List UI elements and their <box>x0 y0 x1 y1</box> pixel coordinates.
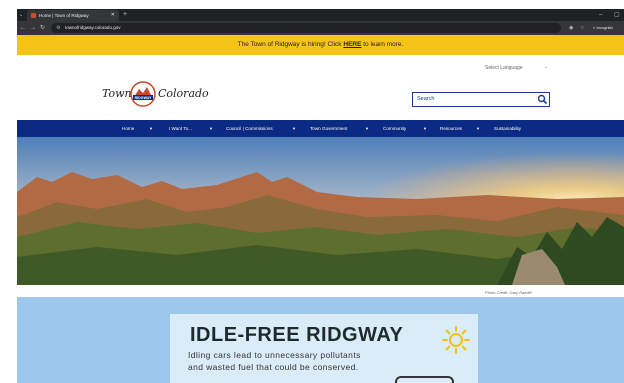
logo-text-right[interactable]: Colorado <box>158 87 209 100</box>
site-info-icon[interactable]: ⚙ <box>56 23 60 33</box>
main-navigation: Home ▼ I Want To... ▼ Council | Commissi… <box>17 120 624 137</box>
photo-credit: Photo Credit: Gary Ratcliff <box>485 290 532 295</box>
browser-tab[interactable]: Home | Town of Ridgway ✕ <box>27 10 119 21</box>
search-input[interactable]: Search <box>412 92 550 107</box>
minimize-icon[interactable]: – <box>599 9 602 21</box>
browser-window: ⌄ Home | Town of Ridgway ✕ + – ▢ ← → ↻ ⚙… <box>17 9 624 383</box>
nav-item-i-want-to[interactable]: I Want To... <box>169 120 192 137</box>
incognito-label: Incognito <box>596 25 613 30</box>
language-select[interactable]: Select Language <box>485 65 523 71</box>
car-icon <box>395 376 454 383</box>
logo-badge-text: RIDGWAY <box>135 96 152 100</box>
chevron-down-icon[interactable]: ▼ <box>292 120 296 137</box>
chevron-down-icon[interactable]: ⌄ <box>544 64 548 70</box>
alert-here-link[interactable]: HERE <box>343 41 361 48</box>
site-header: Select Language ⌄ Town of RIDGWAY Colora… <box>17 55 624 120</box>
nav-item-home[interactable]: Home <box>122 120 134 137</box>
hero-landscape-image <box>17 137 624 285</box>
address-bar: ← → ↻ ⚙ townofridgway.colorado.gov ◉ ☆ ◐… <box>17 21 624 35</box>
hiring-alert-banner: The Town of Ridgway is hiring! Click HER… <box>17 35 624 55</box>
url-text: townofridgway.colorado.gov <box>65 25 121 30</box>
chevron-down-icon[interactable]: ▼ <box>476 120 480 137</box>
url-field[interactable]: ⚙ townofridgway.colorado.gov <box>51 23 561 33</box>
chevron-down-icon[interactable]: ▼ <box>209 120 213 137</box>
promo-line-1: Idling cars lead to unnecessary pollutan… <box>188 350 361 360</box>
reload-icon[interactable]: ↻ <box>40 21 45 35</box>
tab-search-icon[interactable]: ⌄ <box>19 9 23 21</box>
search-icon[interactable] <box>537 94 548 105</box>
town-logo-badge[interactable]: RIDGWAY <box>130 81 156 107</box>
promo-headline: IDLE-FREE RIDGWAY <box>190 324 404 346</box>
search-placeholder: Search <box>417 96 435 102</box>
tab-title: Home | Town of Ridgway <box>39 13 89 18</box>
nav-item-town-government[interactable]: Town Government <box>310 120 347 137</box>
favicon-icon <box>31 13 36 18</box>
alert-text-after: to learn more. <box>361 41 404 48</box>
tab-strip: ⌄ Home | Town of Ridgway ✕ + – ▢ <box>17 9 624 21</box>
sun-icon <box>442 326 470 354</box>
bookmark-star-icon[interactable]: ☆ <box>580 21 584 35</box>
alert-text-before: The Town of Ridgway is hiring! Click <box>237 41 344 48</box>
chevron-down-icon[interactable]: ▼ <box>149 120 153 137</box>
chevron-down-icon[interactable]: ▼ <box>423 120 427 137</box>
nav-item-sustainability[interactable]: Sustainability <box>494 120 521 137</box>
incognito-icon: ◐ <box>593 25 596 30</box>
maximize-icon[interactable]: ▢ <box>614 9 620 21</box>
nav-item-resources[interactable]: Resources <box>440 120 462 137</box>
new-tab-icon[interactable]: + <box>123 9 127 21</box>
nav-item-council[interactable]: Council | Commissions <box>226 120 273 137</box>
promo-line-2: and wasted fuel that could be conserved. <box>188 362 359 372</box>
idle-free-promo[interactable]: IDLE-FREE RIDGWAY Idling cars lead to un… <box>170 314 478 383</box>
nav-item-community[interactable]: Community <box>383 120 406 137</box>
eye-off-icon[interactable]: ◉ <box>569 21 573 35</box>
forward-icon[interactable]: → <box>30 21 36 35</box>
chevron-down-icon[interactable]: ▼ <box>365 120 369 137</box>
back-icon[interactable]: ← <box>20 21 26 35</box>
incognito-indicator[interactable]: ◐ Incognito <box>593 21 613 35</box>
tab-close-icon[interactable]: ✕ <box>111 10 115 21</box>
